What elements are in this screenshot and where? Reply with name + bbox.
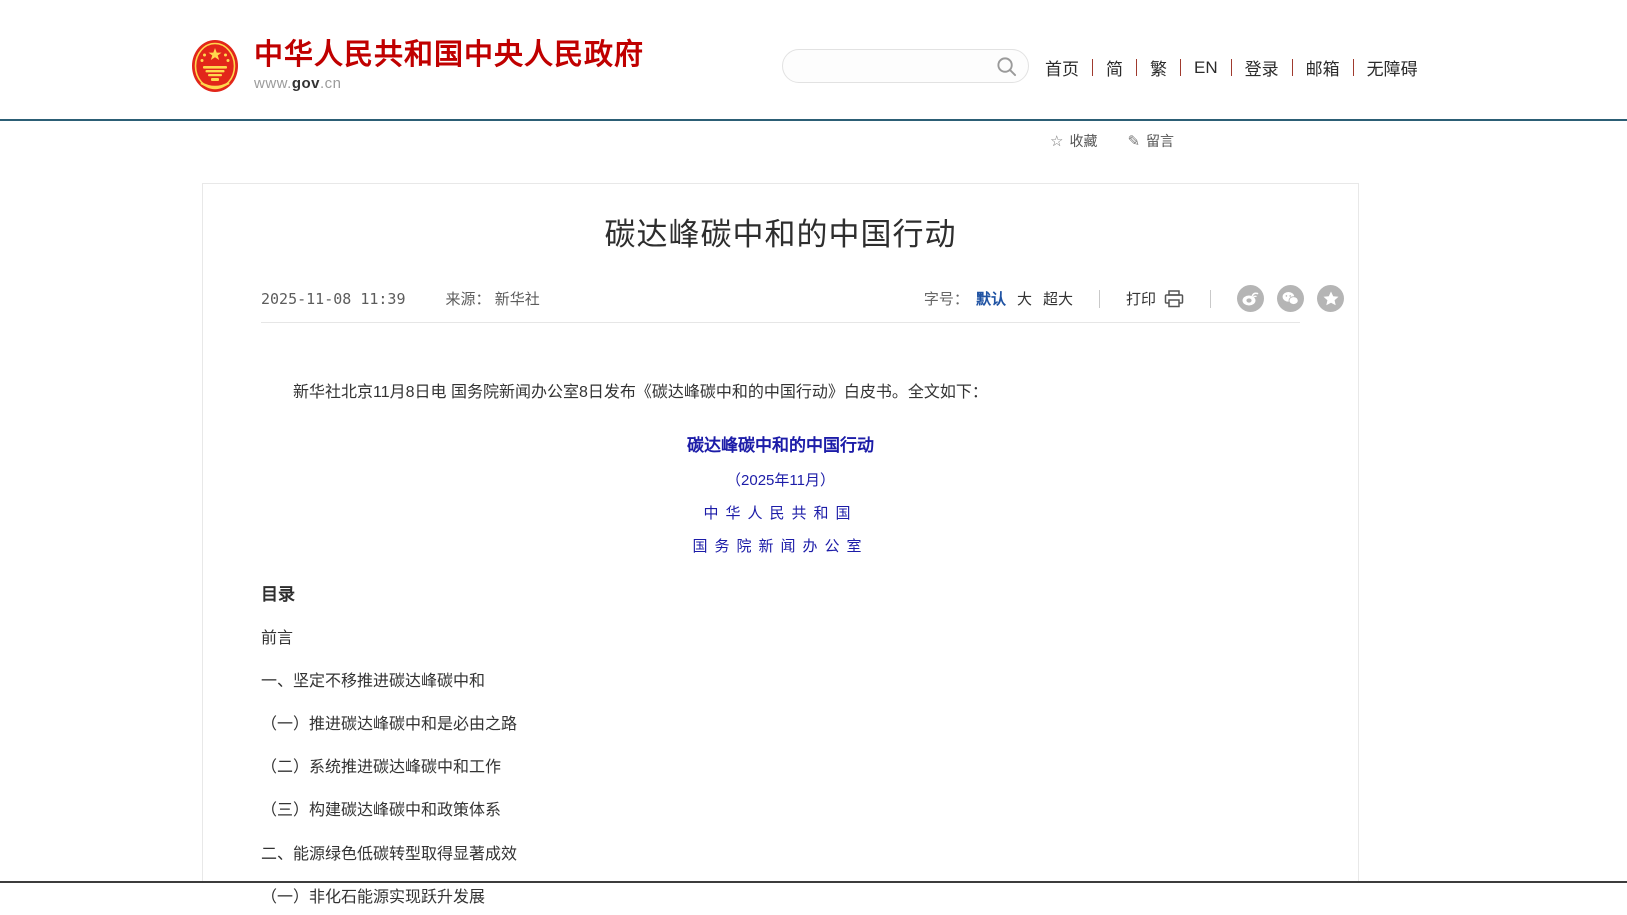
wechat-icon[interactable]	[1277, 285, 1304, 312]
document-body: 新华社北京11月8日电 国务院新闻办公室8日发布《碳达峰碳中和的中国行动》白皮书…	[203, 383, 1358, 907]
pencil-icon: ✎	[1127, 132, 1140, 150]
meta-separator	[1099, 290, 1100, 308]
nav-separator	[1092, 59, 1093, 76]
nav-simplified[interactable]: 简	[1106, 55, 1123, 80]
nav-separator	[1353, 59, 1354, 76]
nav-mail[interactable]: 邮箱	[1306, 55, 1340, 80]
nav-traditional[interactable]: 繁	[1150, 55, 1167, 80]
whitepaper-date: （2025年11月）	[261, 469, 1300, 490]
toc-item: 前言	[261, 629, 1300, 648]
font-size-label: 字号：	[924, 288, 969, 309]
site-url: www.gov.cn	[254, 75, 644, 92]
article-actions-bar: ☆ 收藏 ✎ 留言	[1050, 131, 1174, 151]
nav-separator	[1231, 59, 1232, 76]
meta-separator	[1210, 290, 1211, 308]
toc-heading: 目录	[261, 580, 1300, 605]
search-input[interactable]	[799, 50, 989, 82]
toc-item: （三）构建碳达峰碳中和政策体系	[261, 801, 1300, 820]
article-source: 来源： 新华社	[446, 288, 540, 309]
print-label: 打印	[1126, 288, 1156, 309]
print-button[interactable]: 打印	[1126, 288, 1184, 309]
nav-separator	[1180, 59, 1181, 76]
publish-date: 2025-11-08 11:39	[261, 290, 406, 308]
nav-accessibility[interactable]: 无障碍	[1367, 55, 1418, 80]
national-emblem-icon	[191, 39, 239, 95]
font-size-xlarge-button[interactable]: 超大	[1043, 288, 1073, 309]
share-icons	[1237, 285, 1344, 312]
star-icon: ☆	[1050, 132, 1063, 150]
toc-item: 二、能源绿色低碳转型取得显著成效	[261, 845, 1300, 864]
nav-login[interactable]: 登录	[1245, 55, 1279, 80]
article-card: 碳达峰碳中和的中国行动 2025-11-08 11:39 来源： 新华社 字号：…	[202, 183, 1359, 883]
site-header: 中华人民共和国中央人民政府 www.gov.cn 首页 简 繁 EN 登录 邮箱	[0, 0, 1627, 121]
nav-english[interactable]: EN	[1194, 58, 1218, 78]
favorite-button[interactable]: ☆ 收藏	[1050, 131, 1097, 151]
message-button[interactable]: ✎ 留言	[1127, 131, 1174, 151]
nav-home[interactable]: 首页	[1045, 55, 1079, 80]
nav-separator	[1136, 59, 1137, 76]
whitepaper-title: 碳达峰碳中和的中国行动	[261, 431, 1300, 456]
favorite-label: 收藏	[1069, 131, 1097, 151]
article-meta-row: 2025-11-08 11:39 来源： 新华社 字号： 默认 大 超大 打印	[203, 284, 1358, 314]
nav-separator	[1292, 59, 1293, 76]
article-title: 碳达峰碳中和的中国行动	[203, 214, 1358, 256]
whitepaper-org-line1: 中华人民共和国	[261, 502, 1300, 523]
font-size-large-button[interactable]: 大	[1017, 288, 1032, 309]
font-size-default-button[interactable]: 默认	[976, 288, 1006, 309]
site-title: 中华人民共和国中央人民政府	[254, 39, 644, 72]
toc-item: （一）推进碳达峰碳中和是必由之路	[261, 715, 1300, 734]
article-meta-left: 2025-11-08 11:39 来源： 新华社	[261, 288, 540, 309]
page: 中华人民共和国中央人民政府 www.gov.cn 首页 简 繁 EN 登录 邮箱	[0, 0, 1627, 915]
lead-paragraph: 新华社北京11月8日电 国务院新闻办公室8日发布《碳达峰碳中和的中国行动》白皮书…	[261, 383, 1300, 404]
whitepaper-org-line2: 国务院新闻办公室	[261, 535, 1300, 556]
toc-item: （一）非化石能源实现跃升发展	[261, 888, 1300, 907]
printer-icon	[1164, 290, 1184, 308]
article-meta-right: 字号： 默认 大 超大 打印	[924, 285, 1344, 312]
qzone-icon[interactable]	[1317, 285, 1344, 312]
site-logo[interactable]: 中华人民共和国中央人民政府 www.gov.cn	[191, 39, 644, 95]
toc-item: （二）系统推进碳达峰碳中和工作	[261, 758, 1300, 777]
toc-item: 一、坚定不移推进碳达峰碳中和	[261, 672, 1300, 691]
search-icon[interactable]	[996, 56, 1017, 77]
search-box[interactable]	[782, 49, 1029, 83]
weibo-icon[interactable]	[1237, 285, 1264, 312]
site-identity: 中华人民共和国中央人民政府 www.gov.cn	[254, 39, 644, 92]
top-nav: 首页 简 繁 EN 登录 邮箱 无障碍	[1045, 55, 1418, 80]
viewport-bottom-rule	[0, 881, 1627, 883]
message-label: 留言	[1146, 131, 1174, 151]
meta-divider	[261, 322, 1300, 323]
